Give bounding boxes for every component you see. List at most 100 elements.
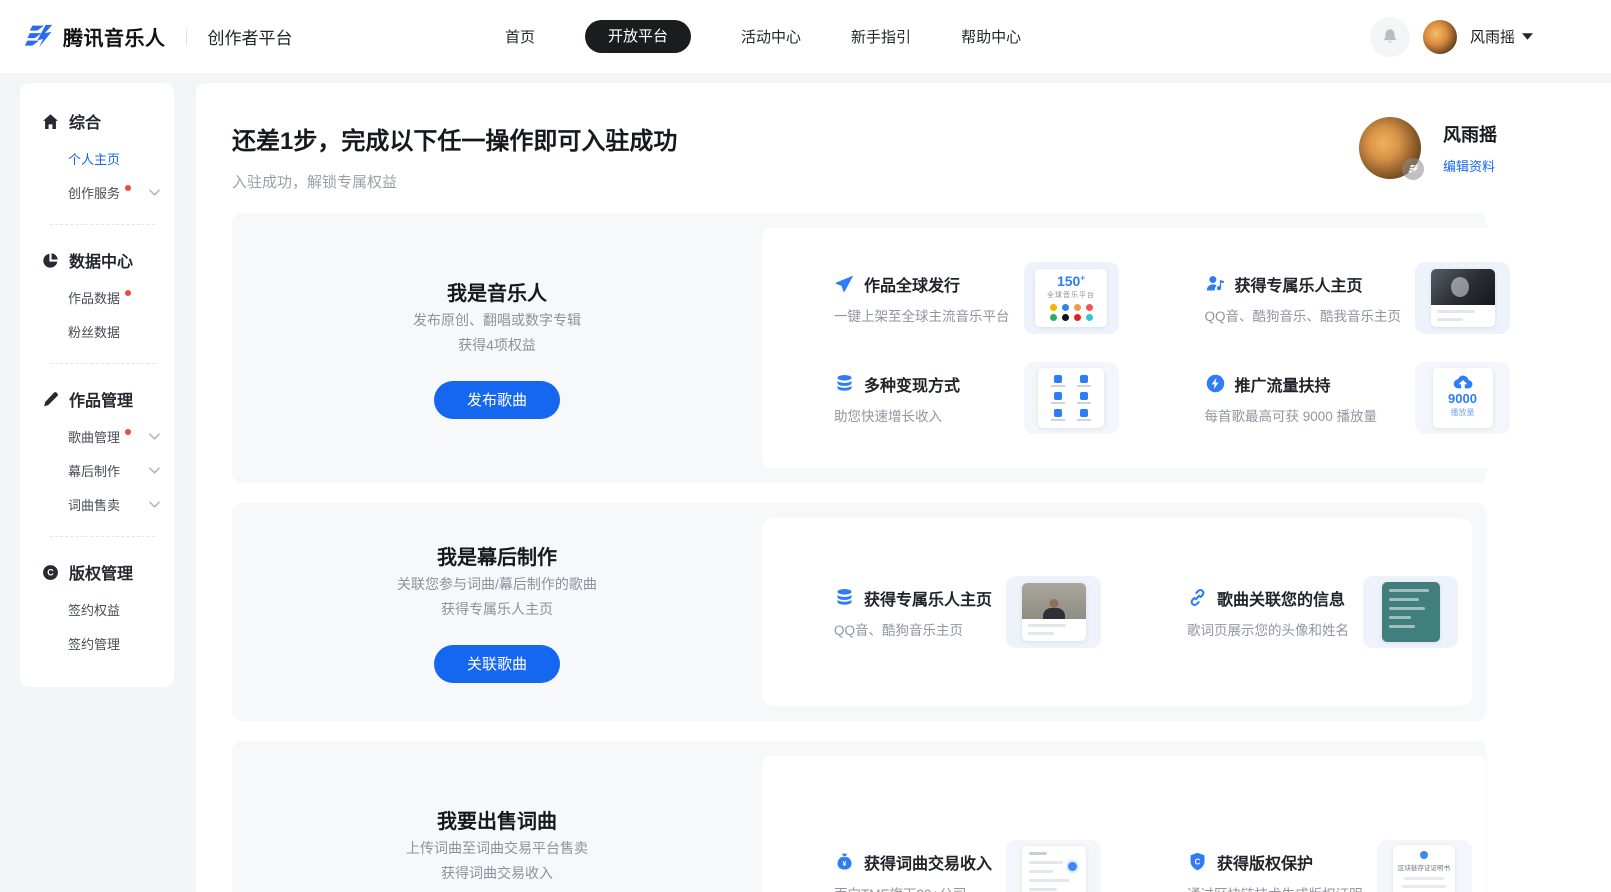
thumb-count: 9000 [1433, 391, 1493, 406]
benefit-song-link-info: 歌曲关联您的信息歌词页展示您的头像和姓名 [1115, 562, 1472, 662]
benefit-thumb-platforms: 150+全球音乐平台 [1024, 262, 1119, 334]
benefit-trade-income: ¥ 获得词曲交易收入面向TME旗下20+公司 [762, 826, 1115, 892]
benefit-panel: ¥ 获得词曲交易收入面向TME旗下20+公司 C获得版权保护通过区块链技术生成版权证… [762, 756, 1486, 892]
thumb-mini-card [1022, 583, 1086, 641]
coins-icon [834, 373, 855, 394]
benefit-title: 作品全球发行 [864, 272, 960, 296]
thumb-label: 全球音乐平台 [1035, 290, 1107, 300]
section-desc: 获得专属乐人主页 [441, 599, 553, 619]
platform-dot [1086, 314, 1093, 321]
logo-subtitle: 创作者平台 [208, 24, 293, 49]
benefit-desc: QQ音、酷狗音乐、酷我音乐主页 [1205, 305, 1402, 325]
section-desc: 获得词曲交易收入 [441, 863, 553, 883]
main-header: 还差1步，完成以下任一操作即可入驻成功 入驻成功，解锁专属权益 [232, 121, 1575, 192]
edit-profile-link[interactable]: 编辑资料 [1443, 156, 1497, 175]
sidebar-item-contract-rights[interactable]: 签约权益 [20, 592, 174, 626]
benefit-desc: 歌词页展示您的头像和姓名 [1187, 619, 1349, 639]
benefit-global-release: 作品全球发行一键上架至全球主流音乐平台 150+全球音乐平台 [762, 248, 1133, 348]
thumb-mini-card [1431, 269, 1495, 327]
sidebar-item-works-data[interactable]: 作品数据 [20, 280, 174, 314]
thumb-grid-item [1046, 407, 1070, 422]
benefit-thumb-plays: 9000播放量 [1415, 362, 1510, 434]
nav-item-help-center[interactable]: 帮助中心 [961, 26, 1021, 47]
benefit-title: 获得词曲交易收入 [864, 850, 992, 874]
bell-icon [1381, 27, 1399, 46]
benefit-thumb-contract [1006, 840, 1101, 892]
notification-dot [125, 429, 131, 435]
sidebar-divider [50, 363, 155, 364]
thumb-grid-item [1072, 374, 1096, 389]
chevron-down-icon [149, 467, 160, 474]
nav-item-home[interactable]: 首页 [505, 26, 535, 47]
profile-card: 风雨摇 编辑资料 [1359, 117, 1497, 179]
producer-action-button[interactable]: 关联歌曲 [434, 645, 560, 683]
profile-avatar[interactable] [1359, 117, 1421, 179]
svg-text:¥: ¥ [843, 861, 847, 868]
benefit-monetization: 多种变现方式助您快速增长收入 [762, 348, 1133, 448]
sidebar-header-overview[interactable]: 综合 [20, 101, 174, 141]
profile-info: 风雨摇 编辑资料 [1443, 121, 1497, 175]
link-icon [1187, 587, 1208, 608]
platform-dot [1062, 314, 1069, 321]
benefit-thumb-icon-grid [1024, 362, 1119, 434]
thumb-grid-label [1077, 419, 1091, 421]
thumb-photo-figure [1451, 277, 1469, 297]
nav-item-activity-center[interactable]: 活动中心 [741, 26, 801, 47]
nav-item-beginner-guide[interactable]: 新手指引 [851, 26, 911, 47]
platform-dot [1050, 304, 1057, 311]
thumb-grid-icon [1080, 375, 1088, 383]
benefit-text: C获得版权保护通过区块链技术生成版权证明 [1187, 850, 1363, 892]
benefit-text: 推广流量扶持每首歌最高可获 9000 播放量 [1205, 372, 1402, 425]
section-producer: 我是幕后制作关联您参与词曲/幕后制作的歌曲获得专属乐人主页关联歌曲获得专属乐人主… [232, 503, 1487, 721]
chevron-down-icon [149, 433, 160, 440]
platform-dots [1035, 304, 1107, 321]
sidebar-header-label: 作品管理 [69, 387, 133, 411]
benefit-title: 获得专属乐人主页 [1235, 272, 1363, 296]
sidebar-item-creation-services[interactable]: 创作服务 [20, 175, 174, 209]
sidebar-item-song-management[interactable]: 歌曲管理 [20, 419, 174, 453]
benefit-text: ¥ 获得词曲交易收入面向TME旗下20+公司 [834, 850, 992, 892]
benefit-desc: 面向TME旗下20+公司 [834, 883, 992, 892]
section-seller: 我要出售词曲上传词曲至词曲交易平台售卖获得词曲交易收入上传词曲¥获得词曲交易收入… [232, 741, 1487, 892]
thumb-line [1437, 310, 1475, 313]
logo[interactable]: 腾讯音乐人 ｜ 创作者平台 [24, 0, 293, 73]
user-menu[interactable]: 风雨摇 [1470, 26, 1533, 47]
sidebar-header-works-management[interactable]: 作品管理 [20, 379, 174, 419]
musician-action-button[interactable]: 发布歌曲 [434, 381, 560, 419]
sidebar-item-label: 签约权益 [68, 600, 120, 619]
thumb-photo [1022, 583, 1086, 619]
thumb-line [1029, 861, 1063, 864]
sidebar-item-behind-the-scenes[interactable]: 幕后制作 [20, 453, 174, 487]
platform-dot [1074, 314, 1081, 321]
pie-icon [42, 252, 59, 269]
thumb-grid-icon [1080, 392, 1088, 400]
topbar: 腾讯音乐人 ｜ 创作者平台 首页 开放平台 活动中心 新手指引 帮助中心 风雨摇 [0, 0, 1611, 73]
thumb-grid-icon [1054, 409, 1062, 417]
nav-item-open-platform[interactable]: 开放平台 [585, 20, 691, 53]
benefit-traffic-support: 推广流量扶持每首歌最高可获 9000 播放量 9000播放量 [1133, 348, 1525, 448]
sidebar-item-contract-management[interactable]: 签约管理 [20, 626, 174, 660]
benefit-title-row: C获得版权保护 [1187, 850, 1363, 874]
sidebar-item-personal-home[interactable]: 个人主页 [20, 141, 174, 175]
sidebar-item-label: 创作服务 [68, 183, 120, 202]
thumb-mini-card: 9000播放量 [1433, 368, 1493, 428]
main-header-text: 还差1步，完成以下任一操作即可入驻成功 入驻成功，解锁专属权益 [232, 121, 677, 192]
sidebar-header-copyright-management[interactable]: C版权管理 [20, 552, 174, 592]
sidebar-group-copyright-management: C版权管理签约权益签约管理 [20, 552, 174, 660]
sidebar-item-label: 词曲售卖 [68, 495, 120, 514]
benefit-title-row: 获得专属乐人主页 [834, 586, 992, 610]
sidebar-header-label: 版权管理 [69, 560, 133, 584]
user-avatar[interactable] [1423, 20, 1457, 54]
benefit-title: 歌曲关联您的信息 [1217, 586, 1345, 610]
benefit-text: 歌曲关联您的信息歌词页展示您的头像和姓名 [1187, 586, 1349, 639]
thumb-line [1029, 870, 1053, 873]
topbar-right: 风雨摇 [1370, 0, 1533, 73]
notifications-button[interactable] [1370, 17, 1410, 57]
sidebar-item-lyrics-sale[interactable]: 词曲售卖 [20, 487, 174, 521]
sidebar-header-data-center[interactable]: 数据中心 [20, 240, 174, 280]
pencil-icon [42, 391, 59, 408]
sidebar-item-fans-data[interactable]: 粉丝数据 [20, 314, 174, 348]
benefit-desc: 通过区块链技术生成版权证明 [1187, 883, 1363, 892]
section-title: 我是音乐人 [447, 277, 547, 306]
benefit-text: 作品全球发行一键上架至全球主流音乐平台 [834, 272, 1010, 325]
